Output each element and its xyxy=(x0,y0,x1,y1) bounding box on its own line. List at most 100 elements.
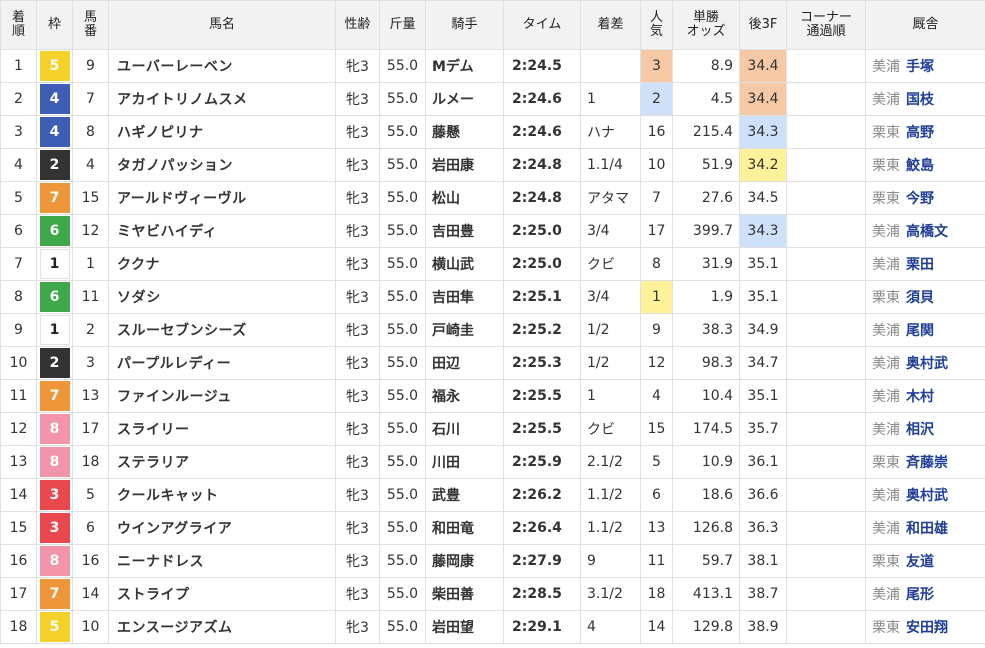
waku-badge: 7 xyxy=(39,579,70,609)
jockey-name-link[interactable]: 和田竜 xyxy=(425,511,504,545)
horse-name-link[interactable]: ニーナドレス xyxy=(108,544,336,578)
trainer-affiliation: 美浦 xyxy=(872,587,900,603)
win-odds: 126.8 xyxy=(672,511,740,545)
jockey-name-link[interactable]: Mデム xyxy=(425,49,504,83)
trainer-name-link[interactable]: 木村 xyxy=(906,389,934,405)
waku-cell: 8 xyxy=(36,445,73,479)
trainer-name-link[interactable]: 和田雄 xyxy=(906,521,948,537)
horse-name-link[interactable]: ファインルージュ xyxy=(108,379,336,413)
trainer-name-link[interactable]: 須貝 xyxy=(906,290,934,306)
win-odds: 413.1 xyxy=(672,577,740,611)
margin: 2.1/2 xyxy=(580,445,641,479)
waku-badge: 8 xyxy=(39,447,70,477)
jockey-name-link[interactable]: 武豊 xyxy=(425,478,504,512)
jockey-name-link[interactable]: 田辺 xyxy=(425,346,504,380)
horse-name-link[interactable]: ウインアグライア xyxy=(108,511,336,545)
trainer-name-link[interactable]: 奥村武 xyxy=(906,356,948,372)
jockey-name-link[interactable]: 松山 xyxy=(425,181,504,215)
trainer-name-link[interactable]: 今野 xyxy=(906,191,934,207)
last-3f: 34.4 xyxy=(739,49,787,83)
horse-name-link[interactable]: ソダシ xyxy=(108,280,336,314)
horse-name-link[interactable]: スルーセブンシーズ xyxy=(108,313,336,347)
jockey-name-link[interactable]: 柴田善 xyxy=(425,577,504,611)
last-3f: 34.9 xyxy=(739,313,787,347)
horse-name-link[interactable]: ククナ xyxy=(108,247,336,281)
horse-name-link[interactable]: スライリー xyxy=(108,412,336,446)
trainer-affiliation: 美浦 xyxy=(872,356,900,372)
carried-weight: 55.0 xyxy=(379,478,426,512)
table-row: 9 1 2 スルーセブンシーズ 牝3 55.0 戸崎圭 2:25.2 1/2 9 38.3 34.9 美… xyxy=(0,313,985,347)
trainer-name-link[interactable]: 国枝 xyxy=(906,92,934,108)
trainer-affiliation: 栗東 xyxy=(872,455,900,471)
jockey-name-link[interactable]: 川田 xyxy=(425,445,504,479)
trainer-cell: 美浦 栗田 xyxy=(865,247,985,281)
trainer-affiliation: 美浦 xyxy=(872,422,900,438)
trainer-affiliation: 栗東 xyxy=(872,125,900,141)
col-header-time: タイム xyxy=(503,0,581,50)
trainer-name-link[interactable]: 安田翔 xyxy=(906,620,948,636)
table-row: 14 3 5 クールキャット 牝3 55.0 武豊 2:26.2 1.1/2 6 18.6 36.6 美… xyxy=(0,478,985,512)
horse-name-link[interactable]: ミヤビハイディ xyxy=(108,214,336,248)
trainer-name-link[interactable]: 尾形 xyxy=(906,587,934,603)
margin: クビ xyxy=(580,412,641,446)
jockey-name-link[interactable]: 岩田望 xyxy=(425,610,504,644)
win-odds: 174.5 xyxy=(672,412,740,446)
last-3f: 35.1 xyxy=(739,379,787,413)
sex-age: 牝3 xyxy=(335,346,380,380)
jockey-name-link[interactable]: 岩田康 xyxy=(425,148,504,182)
horse-name-link[interactable]: タガノパッション xyxy=(108,148,336,182)
corner-order xyxy=(786,115,866,149)
jockey-name-link[interactable]: 石川 xyxy=(425,412,504,446)
trainer-cell: 栗東 今野 xyxy=(865,181,985,215)
horse-name-link[interactable]: ハギノピリナ xyxy=(108,115,336,149)
trainer-affiliation: 美浦 xyxy=(872,521,900,537)
horse-name-link[interactable]: エンスージアズム xyxy=(108,610,336,644)
waku-badge: 7 xyxy=(39,183,70,213)
trainer-name-link[interactable]: 栗田 xyxy=(906,257,934,273)
trainer-name-link[interactable]: 高野 xyxy=(906,125,934,141)
horse-name-link[interactable]: ユーバーレーベン xyxy=(108,49,336,83)
waku-badge: 1 xyxy=(39,249,70,279)
trainer-name-link[interactable]: 斉藤崇 xyxy=(906,455,948,471)
corner-order xyxy=(786,280,866,314)
horse-number: 14 xyxy=(72,577,109,611)
jockey-name-link[interactable]: 吉田豊 xyxy=(425,214,504,248)
horse-number: 2 xyxy=(72,313,109,347)
jockey-name-link[interactable]: 横山武 xyxy=(425,247,504,281)
col-header-horse-name: 馬名 xyxy=(108,0,336,50)
jockey-name-link[interactable]: ルメー xyxy=(425,82,504,116)
trainer-cell: 美浦 相沢 xyxy=(865,412,985,446)
trainer-name-link[interactable]: 奥村武 xyxy=(906,488,948,504)
horse-name-link[interactable]: アカイトリノムスメ xyxy=(108,82,336,116)
horse-name-link[interactable]: クールキャット xyxy=(108,478,336,512)
trainer-name-link[interactable]: 高橋文 xyxy=(906,224,948,240)
jockey-name-link[interactable]: 戸崎圭 xyxy=(425,313,504,347)
trainer-name-link[interactable]: 友道 xyxy=(906,554,934,570)
waku-cell: 7 xyxy=(36,577,73,611)
horse-number: 10 xyxy=(72,610,109,644)
jockey-name-link[interactable]: 藤岡康 xyxy=(425,544,504,578)
trainer-name-link[interactable]: 手塚 xyxy=(906,59,934,75)
waku-badge: 7 xyxy=(39,381,70,411)
jockey-name-link[interactable]: 福永 xyxy=(425,379,504,413)
trainer-name-link[interactable]: 尾関 xyxy=(906,323,934,339)
trainer-affiliation: 美浦 xyxy=(872,59,900,75)
trainer-cell: 栗東 須貝 xyxy=(865,280,985,314)
trainer-name-link[interactable]: 相沢 xyxy=(906,422,934,438)
jockey-name-link[interactable]: 藤懸 xyxy=(425,115,504,149)
trainer-affiliation: 美浦 xyxy=(872,323,900,339)
trainer-affiliation: 栗東 xyxy=(872,290,900,306)
waku-badge: 3 xyxy=(39,513,70,543)
corner-order xyxy=(786,379,866,413)
trainer-name-link[interactable]: 鮫島 xyxy=(906,158,934,174)
jockey-name-link[interactable]: 吉田隼 xyxy=(425,280,504,314)
horse-name-link[interactable]: パープルレディー xyxy=(108,346,336,380)
horse-name-link[interactable]: ストライプ xyxy=(108,577,336,611)
table-row: 16 8 16 ニーナドレス 牝3 55.0 藤岡康 2:27.9 9 11 59.7 38.1 栗東友… xyxy=(0,544,985,578)
corner-order xyxy=(786,511,866,545)
table-row: 15 3 6 ウインアグライア 牝3 55.0 和田竜 2:26.4 1.1/2 13 126.8 3… xyxy=(0,511,985,545)
horse-name-link[interactable]: ステラリア xyxy=(108,445,336,479)
horse-name-link[interactable]: アールドヴィーヴル xyxy=(108,181,336,215)
carried-weight: 55.0 xyxy=(379,445,426,479)
sex-age: 牝3 xyxy=(335,313,380,347)
